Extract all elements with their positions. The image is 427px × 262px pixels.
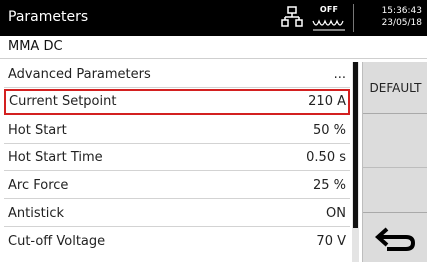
scrollbar-thumb[interactable]	[353, 62, 358, 228]
screen-title: Parameters	[8, 9, 89, 25]
network-icon	[281, 6, 303, 32]
back-button[interactable]	[363, 212, 427, 262]
parameters-screen: Parameters OFF 15:36:43 23/05/18 MMA DC …	[0, 0, 427, 262]
param-value: 50 %	[312, 123, 346, 138]
process-bar: MMA DC	[0, 36, 427, 59]
param-value: 210 A	[308, 94, 346, 109]
return-arrow-icon	[374, 223, 417, 257]
list-scrollbar[interactable]	[352, 62, 359, 262]
param-row-cutoff-voltage[interactable]: Cut-off Voltage 70 V	[4, 229, 350, 255]
param-value: ...	[333, 67, 346, 82]
output-status: OFF	[310, 4, 348, 32]
datetime: 15:36:43 23/05/18	[382, 5, 422, 29]
subheader-divider	[0, 58, 427, 59]
param-value: ON	[326, 206, 346, 221]
param-row-arc-force[interactable]: Arc Force 25 %	[4, 173, 350, 199]
param-label: Advanced Parameters	[8, 67, 151, 82]
param-value: 70 V	[316, 234, 346, 249]
param-row-hot-start-time[interactable]: Hot Start Time 0.50 s	[4, 145, 350, 171]
side-panel-empty-slots	[363, 115, 427, 210]
parameter-list: Advanced Parameters ... Current Setpoint…	[2, 62, 350, 262]
date-text: 23/05/18	[381, 18, 422, 28]
time-text: 15:36:43	[381, 6, 422, 16]
param-label: Hot Start	[8, 123, 67, 138]
param-row-antistick[interactable]: Antistick ON	[4, 201, 350, 227]
header-bar: Parameters OFF 15:36:43 23/05/18	[0, 0, 427, 36]
arc-wave-icon	[312, 16, 346, 35]
param-value: 0.50 s	[306, 150, 346, 165]
default-button[interactable]: DEFAULT	[363, 62, 427, 114]
param-row-advanced[interactable]: Advanced Parameters ...	[4, 62, 350, 88]
param-row-current-setpoint[interactable]: Current Setpoint 210 A	[4, 89, 350, 115]
param-value: 25 %	[312, 178, 346, 193]
param-label: Cut-off Voltage	[8, 234, 106, 249]
param-label: Arc Force	[8, 178, 69, 193]
param-label: Current Setpoint	[9, 94, 117, 109]
header-divider	[353, 4, 354, 32]
param-row-hot-start[interactable]: Hot Start 50 %	[4, 118, 350, 144]
output-off-label: OFF	[319, 5, 339, 14]
param-label: Hot Start Time	[8, 150, 103, 165]
side-panel: DEFAULT	[362, 62, 427, 262]
process-mode: MMA DC	[8, 39, 63, 54]
param-label: Antistick	[8, 206, 64, 221]
